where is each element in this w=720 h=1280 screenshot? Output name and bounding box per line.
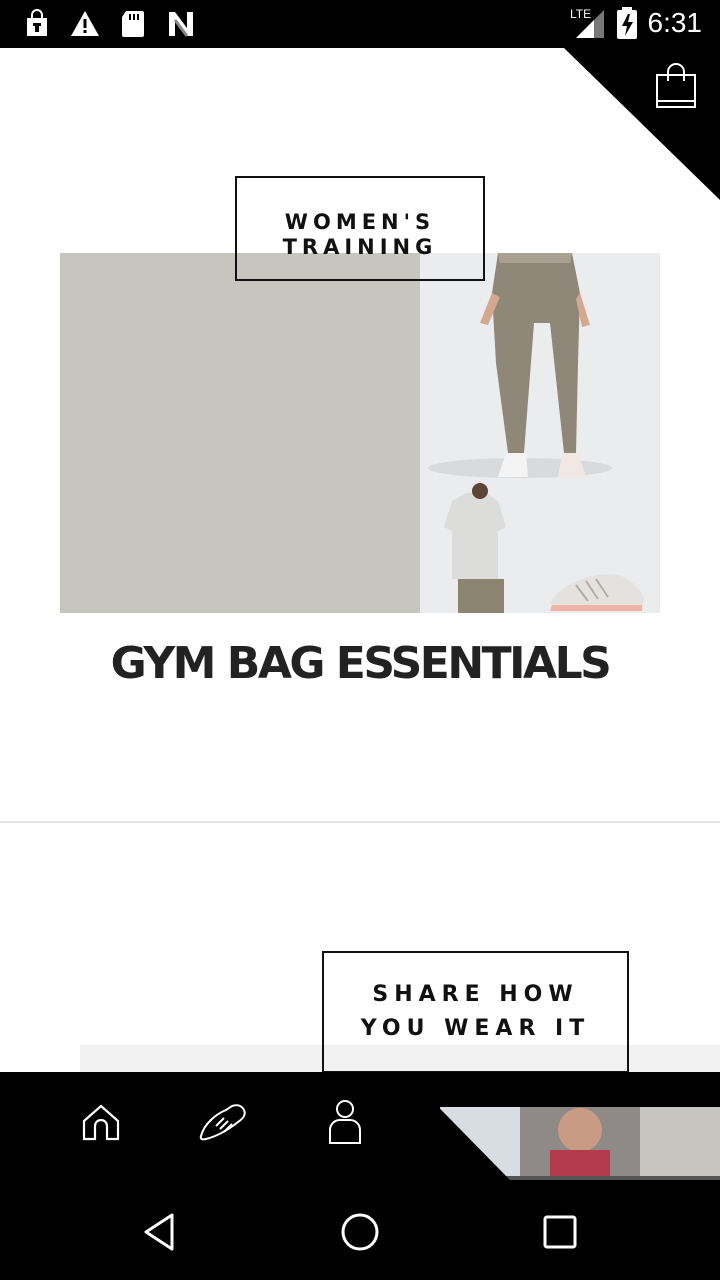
battery-charging-icon — [616, 7, 637, 39]
category-tag-share-how-you-wear-it[interactable]: SHARE HOW YOU WEAR IT — [322, 951, 629, 1073]
shoe-icon — [199, 1104, 246, 1141]
shopping-bag-icon — [656, 63, 696, 108]
card-image-products[interactable] — [420, 253, 660, 613]
share-photo-strip[interactable] — [400, 1072, 720, 1180]
status-bar: LTE 6:31 — [0, 0, 720, 48]
shopping-bag-notification-icon — [27, 9, 47, 36]
tab-home[interactable] — [73, 1094, 129, 1150]
bottom-tab-bar — [0, 1072, 720, 1180]
recents-button[interactable] — [532, 1204, 588, 1260]
sd-card-icon — [122, 11, 144, 37]
n-logo-icon — [169, 12, 193, 37]
section-divider — [0, 821, 720, 823]
card-image-left[interactable] — [60, 253, 420, 613]
recents-icon — [543, 1215, 577, 1249]
lte-signal-icon: LTE — [570, 7, 604, 38]
back-icon — [144, 1213, 174, 1251]
product-collage-image — [428, 253, 644, 613]
category-tag-line1: WOMEN'S — [284, 209, 436, 234]
status-time: 6:31 — [647, 7, 703, 38]
back-button[interactable] — [132, 1204, 188, 1260]
card-title[interactable]: GYM BAG ESSENTIALS — [0, 638, 720, 689]
tab-profile[interactable] — [317, 1094, 373, 1150]
app-screen: LTE 6:31 WOMEN'S TRAINING GYM BAG ESSENT… — [0, 0, 720, 1280]
home-icon — [82, 1104, 120, 1141]
cart-button[interactable] — [654, 62, 698, 110]
category-tag-line2: TRAINING — [282, 234, 438, 259]
home-circle-icon — [341, 1213, 379, 1251]
tab-shop[interactable] — [196, 1094, 252, 1150]
category-tag-womens-training: WOMEN'S TRAINING — [235, 176, 485, 281]
system-nav-bar — [0, 1180, 720, 1280]
category-tag-line2: YOU WEAR IT — [360, 1016, 591, 1041]
category-tag-line1: SHARE HOW — [372, 982, 579, 1007]
warning-icon — [71, 11, 99, 36]
profile-icon — [329, 1100, 361, 1144]
home-button[interactable] — [332, 1204, 388, 1260]
network-label: LTE — [570, 7, 591, 21]
